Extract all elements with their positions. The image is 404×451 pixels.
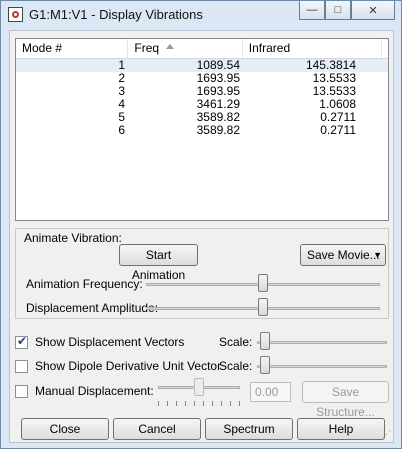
show-dipole-vector-label: Show Dipole Derivative Unit Vector xyxy=(35,359,222,373)
dialog-client-area: Mode # Freq Infrared 1 1089.54 145.3814 … xyxy=(9,30,394,443)
save-movie-button[interactable]: Save Movie... ▼ xyxy=(300,244,386,266)
maximize-button[interactable]: □ xyxy=(325,1,351,20)
cell-infrared: 0.2711 xyxy=(320,123,356,137)
animate-vibration-group: Animate Vibration: Start Animation Save … xyxy=(15,228,389,319)
displacement-scale-slider-track[interactable] xyxy=(257,341,387,344)
size-grip-icon[interactable]: ⋰ xyxy=(382,429,391,440)
table-row[interactable]: 6 3589.82 0.2711 xyxy=(16,124,388,137)
checkmark-icon: ✔ xyxy=(17,334,28,348)
start-animation-button[interactable]: Start Animation xyxy=(119,244,198,282)
manual-displacement-slider-thumb[interactable] xyxy=(194,378,204,396)
animate-vibration-label: Animate Vibration: xyxy=(24,231,122,245)
displacement-scale-slider-thumb[interactable] xyxy=(260,332,271,350)
column-header-mode[interactable]: Mode # xyxy=(16,39,129,58)
cell-mode: 6 xyxy=(118,123,125,137)
dropdown-arrow-icon: ▼ xyxy=(373,250,382,260)
displacement-amplitude-label: Displacement Amplitude: xyxy=(26,301,159,315)
manual-displacement-value-field[interactable]: 0.00 xyxy=(250,382,291,402)
maximize-icon: □ xyxy=(334,4,342,16)
cell-freq: 3589.82 xyxy=(196,123,240,137)
close-button[interactable]: Close xyxy=(21,418,109,440)
manual-displacement-checkbox[interactable] xyxy=(15,385,28,398)
table-header: Mode # Freq Infrared xyxy=(16,39,388,59)
dipole-scale-slider-thumb[interactable] xyxy=(260,356,271,374)
column-header-filler xyxy=(382,39,388,58)
cell-mode: 1 xyxy=(118,58,125,72)
title-bar[interactable]: G1:M1:V1 - Display Vibrations — □ ✕ xyxy=(1,1,401,29)
show-dipole-vector-checkbox[interactable] xyxy=(15,360,28,373)
display-vibrations-window: G1:M1:V1 - Display Vibrations — □ ✕ Mode… xyxy=(0,0,402,449)
cell-mode: 2 xyxy=(118,71,125,85)
close-window-button[interactable]: ✕ xyxy=(351,1,395,20)
show-displacement-vectors-label: Show Displacement Vectors xyxy=(35,335,185,349)
manual-displacement-label: Manual Displacement: xyxy=(35,384,154,398)
window-title: G1:M1:V1 - Display Vibrations xyxy=(29,7,203,22)
cell-mode: 3 xyxy=(118,84,125,98)
show-displacement-vectors-checkbox[interactable]: ✔ xyxy=(15,334,28,349)
animation-frequency-label: Animation Frequency: xyxy=(26,277,143,291)
caption-buttons: — □ ✕ xyxy=(299,1,395,21)
dipole-scale-label: Scale: xyxy=(219,359,253,373)
column-header-infrared[interactable]: Infrared xyxy=(243,39,383,58)
displacement-scale-label: Scale: xyxy=(219,335,253,349)
close-icon: ✕ xyxy=(368,4,378,17)
cell-mode: 5 xyxy=(118,110,125,124)
help-button[interactable]: Help xyxy=(297,418,385,440)
save-structure-button[interactable]: Save Structure... xyxy=(302,381,389,419)
displacement-amplitude-slider-thumb[interactable] xyxy=(258,298,268,316)
animation-frequency-slider-thumb[interactable] xyxy=(258,274,268,292)
spectrum-button[interactable]: Spectrum xyxy=(205,418,293,440)
cancel-button[interactable]: Cancel xyxy=(113,418,201,440)
modes-table[interactable]: Mode # Freq Infrared 1 1089.54 145.3814 … xyxy=(15,38,389,221)
cell-mode: 4 xyxy=(118,97,125,111)
save-movie-label: Save Movie... xyxy=(307,248,380,262)
app-icon xyxy=(8,7,23,22)
minimize-icon: — xyxy=(306,4,318,16)
minimize-button[interactable]: — xyxy=(299,1,325,20)
manual-displacement-ticks xyxy=(158,401,240,406)
column-header-freq[interactable]: Freq xyxy=(128,39,243,58)
dipole-scale-slider-track[interactable] xyxy=(257,365,387,368)
sort-ascending-icon xyxy=(166,44,175,49)
